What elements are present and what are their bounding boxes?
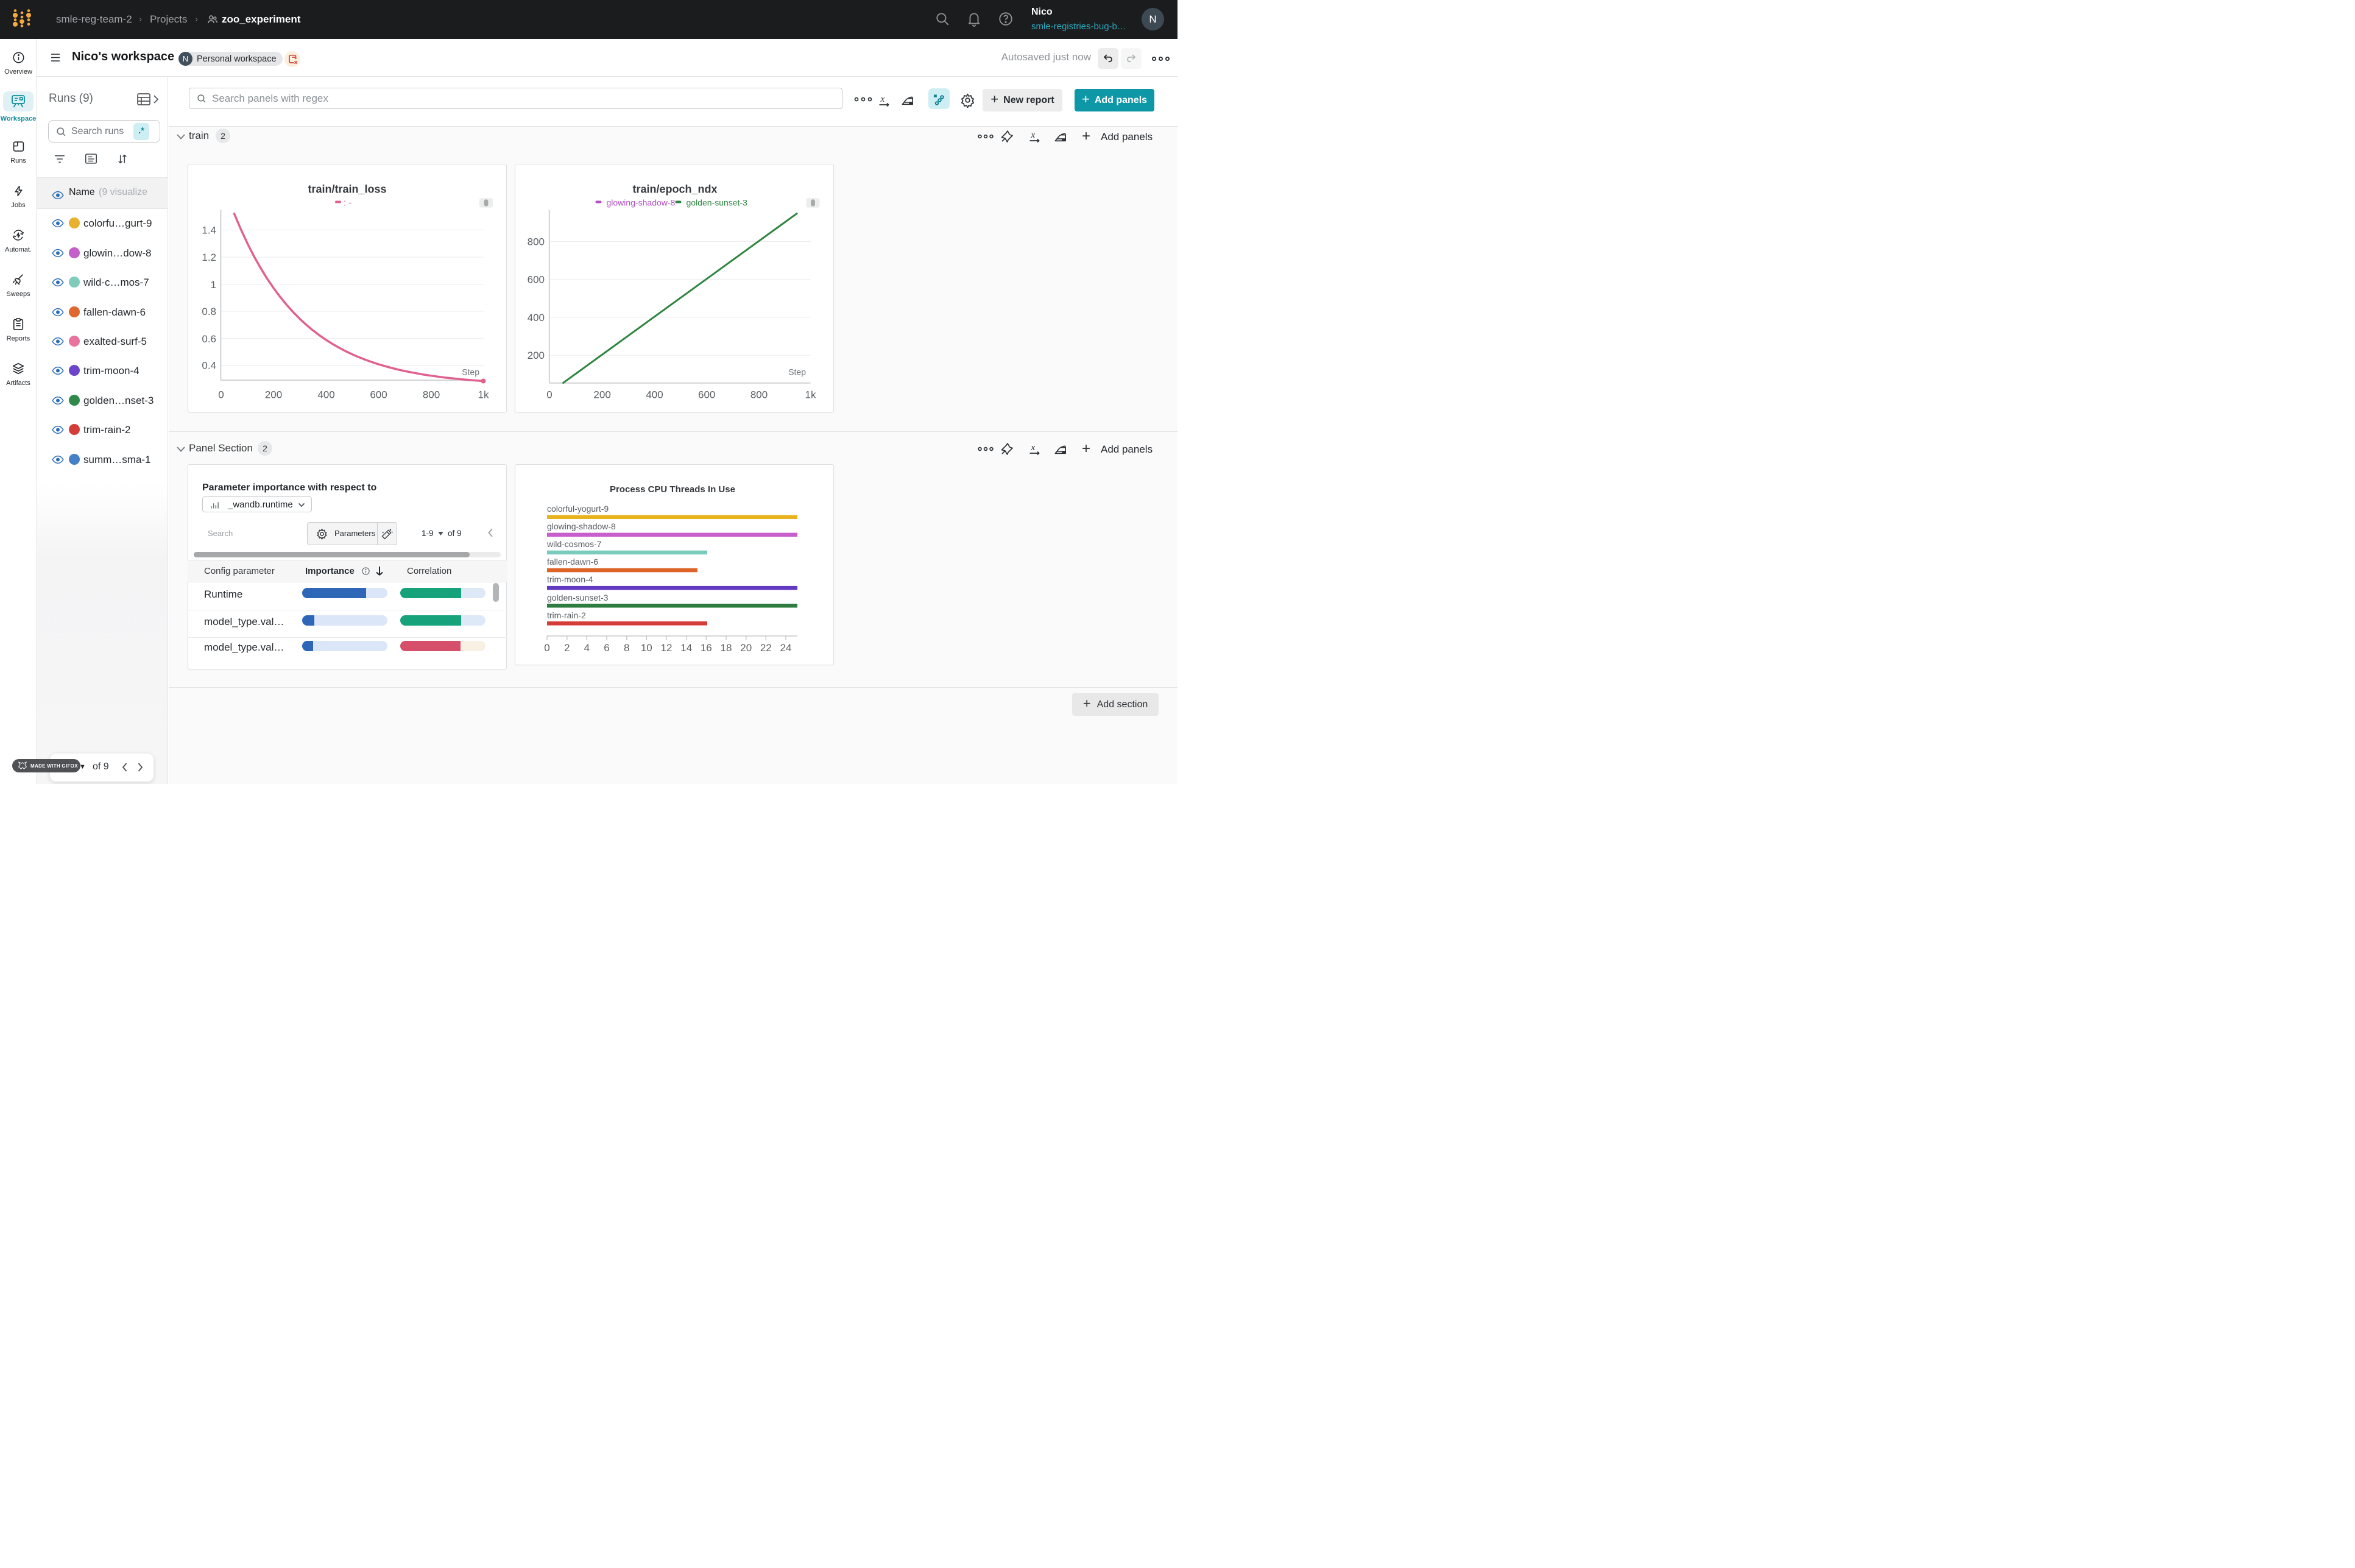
svg-text:22: 22 xyxy=(760,642,772,654)
svg-text:Step: Step xyxy=(788,367,806,377)
svg-text:14: 14 xyxy=(680,642,692,654)
svg-text:600: 600 xyxy=(528,274,545,286)
svg-text:: -: : - xyxy=(344,198,351,208)
svg-text:0: 0 xyxy=(546,389,552,401)
svg-text:0.4: 0.4 xyxy=(202,360,216,372)
svg-text:train/train_loss: train/train_loss xyxy=(308,183,386,196)
svg-text:train/epoch_ndx: train/epoch_ndx xyxy=(632,183,717,196)
svg-text:16: 16 xyxy=(701,642,712,654)
svg-text:0: 0 xyxy=(544,642,549,654)
svg-text:10: 10 xyxy=(641,642,652,654)
svg-text:600: 600 xyxy=(698,389,715,401)
svg-text:800: 800 xyxy=(528,236,545,247)
svg-text:200: 200 xyxy=(528,350,545,361)
svg-text:glowing-shadow-8: glowing-shadow-8 xyxy=(607,198,676,208)
svg-text:golden-sunset-3: golden-sunset-3 xyxy=(687,198,748,208)
svg-text:200: 200 xyxy=(265,389,282,401)
svg-text:Step: Step xyxy=(462,367,479,377)
svg-text:400: 400 xyxy=(528,312,545,323)
svg-text:trim-rain-2: trim-rain-2 xyxy=(547,610,586,620)
svg-text:1.4: 1.4 xyxy=(202,225,216,236)
svg-text:1k: 1k xyxy=(478,389,489,401)
svg-text:8: 8 xyxy=(624,642,629,654)
svg-text:20: 20 xyxy=(740,642,752,654)
svg-text:1: 1 xyxy=(211,279,216,291)
svg-text:400: 400 xyxy=(317,389,334,401)
svg-text:2: 2 xyxy=(564,642,570,654)
svg-text:trim-moon-4: trim-moon-4 xyxy=(547,574,593,584)
svg-text:400: 400 xyxy=(646,389,663,401)
svg-text:wild-cosmos-7: wild-cosmos-7 xyxy=(546,539,602,549)
svg-text:1.2: 1.2 xyxy=(202,252,216,263)
svg-text:1k: 1k xyxy=(805,389,816,401)
svg-text:200: 200 xyxy=(593,389,610,401)
svg-text:0.6: 0.6 xyxy=(202,333,216,345)
svg-text:0.8: 0.8 xyxy=(202,306,216,317)
svg-text:x: x xyxy=(1031,443,1036,453)
svg-text:x: x xyxy=(1031,130,1036,140)
svg-text:24: 24 xyxy=(780,642,792,654)
svg-text:x: x xyxy=(880,94,885,104)
svg-text:12: 12 xyxy=(661,642,673,654)
svg-text:18: 18 xyxy=(721,642,732,654)
svg-text:6: 6 xyxy=(604,642,609,654)
svg-text:800: 800 xyxy=(750,389,768,401)
svg-text:800: 800 xyxy=(423,389,440,401)
svg-text:Process CPU Threads In Use: Process CPU Threads In Use xyxy=(610,484,735,495)
svg-text:600: 600 xyxy=(370,389,387,401)
svg-text:4: 4 xyxy=(584,642,590,654)
svg-text:golden-sunset-3: golden-sunset-3 xyxy=(547,593,609,602)
svg-text:glowing-shadow-8: glowing-shadow-8 xyxy=(547,521,616,531)
svg-text:colorful-yogurt-9: colorful-yogurt-9 xyxy=(547,504,609,514)
svg-text:fallen-dawn-6: fallen-dawn-6 xyxy=(547,557,598,567)
svg-text:0: 0 xyxy=(218,389,224,401)
